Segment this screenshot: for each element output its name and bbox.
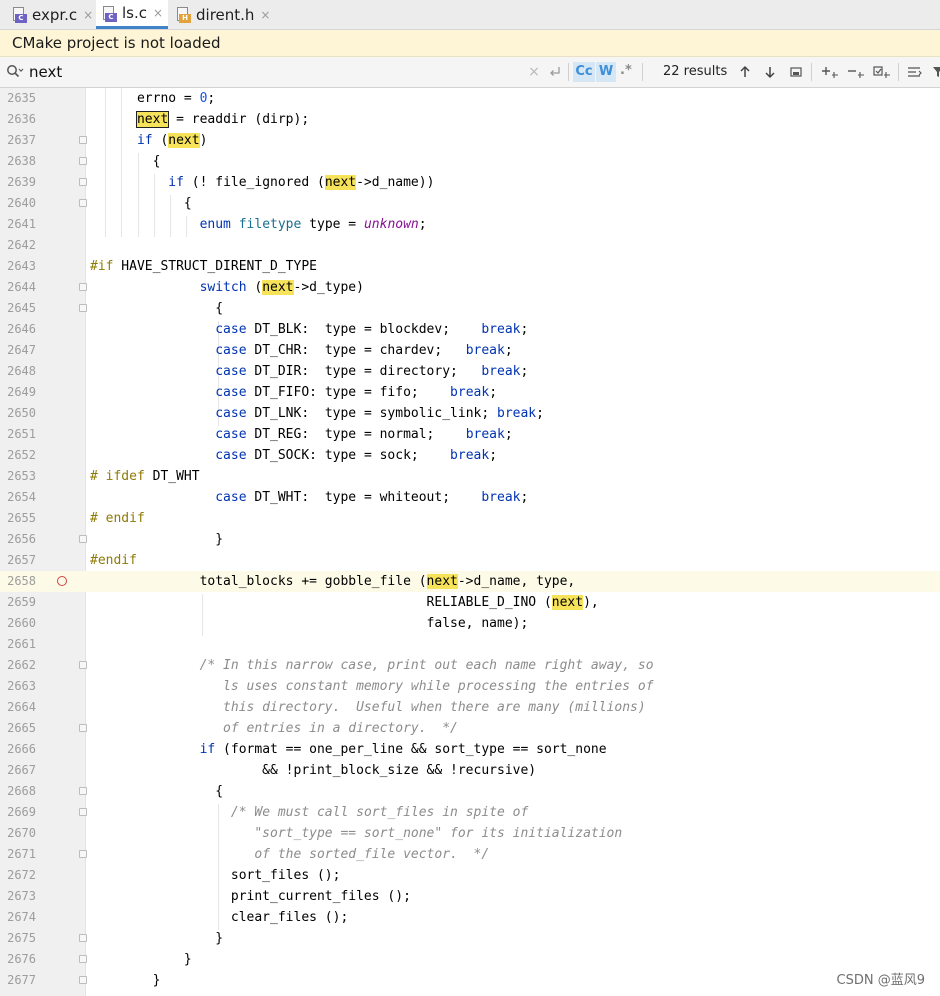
code-line[interactable]: 2637 if (next) [0, 130, 940, 151]
code-line[interactable]: 2670 "sort_type == sort_none" for its in… [0, 823, 940, 844]
code-line[interactable]: 2667 && !print_block_size && !recursive) [0, 760, 940, 781]
code-line[interactable]: 2671 of the sorted_file vector. */ [0, 844, 940, 865]
fold-marker-icon[interactable] [79, 724, 87, 732]
separator [568, 63, 569, 81]
fold-marker-icon[interactable] [79, 304, 87, 312]
code-line[interactable]: 2656 } [0, 529, 940, 550]
search-icon[interactable] [6, 64, 24, 80]
code-line[interactable]: 2672 sort_files (); [0, 865, 940, 886]
code-line[interactable]: 2641 enum filetype type = unknown; [0, 214, 940, 235]
code-line[interactable]: 2646 case DT_BLK: type = blockdev; break… [0, 319, 940, 340]
tab-label: dirent.h [196, 5, 255, 24]
close-tab-icon[interactable]: × [260, 8, 270, 22]
code-line[interactable]: 2666 if (format == one_per_line && sort_… [0, 739, 940, 760]
fold-marker-icon[interactable] [79, 283, 87, 291]
code-line[interactable]: 2665 of entries in a directory. */ [0, 718, 940, 739]
tab-label: expr.c [32, 5, 78, 24]
fold-marker-icon[interactable] [79, 850, 87, 858]
toggle-selection-icon[interactable] [872, 62, 892, 82]
clear-search-icon[interactable]: × [524, 62, 544, 82]
code-line[interactable]: 2663 ls uses constant memory while proce… [0, 676, 940, 697]
watermark: CSDN @蓝风9 [836, 973, 925, 988]
code-line[interactable]: 2648 case DT_DIR: type = directory; brea… [0, 361, 940, 382]
code-line[interactable]: 2653 # ifdef DT_WHT [0, 466, 940, 487]
code-line[interactable]: 2645 { [0, 298, 940, 319]
fold-marker-icon[interactable] [79, 955, 87, 963]
fold-marker-icon[interactable] [79, 661, 87, 669]
tab-dirent-h[interactable]: H dirent.h × [170, 0, 272, 29]
tab-expr-c[interactable]: C expr.c × [8, 0, 94, 29]
c-file-icon: C [12, 6, 27, 23]
close-tab-icon[interactable]: × [153, 6, 163, 20]
code-line[interactable]: 2659 RELIABLE_D_INO (next), [0, 592, 940, 613]
whole-words-toggle[interactable]: W [596, 62, 616, 82]
next-occurrence-icon[interactable] [760, 62, 780, 82]
code-line[interactable]: 2635 errno = 0; [0, 88, 940, 109]
search-input[interactable]: next [29, 62, 519, 82]
code-line[interactable]: 2674 clear_files (); [0, 907, 940, 928]
current-code-line[interactable]: 2658 total_blocks += gobble_file (next->… [0, 571, 940, 592]
close-tab-icon[interactable]: × [83, 8, 93, 22]
code-line[interactable]: 2655 # endif [0, 508, 940, 529]
code-line[interactable]: 2642 [0, 235, 940, 256]
filter-icon[interactable] [928, 62, 940, 82]
regex-toggle[interactable]: .* [620, 63, 632, 78]
editor-tab-bar: C expr.c × C ls.c × H dirent.h × [0, 0, 940, 30]
fold-marker-icon[interactable] [79, 157, 87, 165]
code-line[interactable]: 2669 /* We must call sort_files in spite… [0, 802, 940, 823]
code-line[interactable]: 2662 /* In this narrow case, print out e… [0, 655, 940, 676]
separator [811, 63, 812, 81]
code-line[interactable]: 2639 if (! file_ignored (next->d_name)) [0, 172, 940, 193]
results-count: 22 results [663, 64, 728, 79]
code-line[interactable]: 2657 #endif [0, 550, 940, 571]
cmake-warning-banner: CMake project is not loaded [0, 30, 940, 57]
c-file-icon: C [102, 5, 117, 22]
code-line[interactable]: 2649 case DT_FIFO: type = fifo; break; [0, 382, 940, 403]
fold-marker-icon[interactable] [79, 199, 87, 207]
code-line[interactable]: 2647 case DT_CHR: type = chardev; break; [0, 340, 940, 361]
code-line[interactable]: 2636 next = readdir (dirp); [0, 109, 940, 130]
code-line[interactable]: 2673 print_current_files (); [0, 886, 940, 907]
select-all-occurrences-icon[interactable] [786, 62, 806, 82]
code-line[interactable]: 2677 } [0, 970, 940, 991]
fold-marker-icon[interactable] [79, 787, 87, 795]
fold-marker-icon[interactable] [79, 976, 87, 984]
code-line[interactable]: 2661 [0, 634, 940, 655]
code-line[interactable]: 2643 #if HAVE_STRUCT_DIRENT_D_TYPE [0, 256, 940, 277]
banner-text: CMake project is not loaded [12, 34, 221, 52]
code-line[interactable]: 2668 { [0, 781, 940, 802]
separator [642, 63, 643, 81]
add-selection-icon[interactable] [820, 62, 840, 82]
code-line[interactable]: 2675 } [0, 928, 940, 949]
match-case-toggle[interactable]: Cc [573, 62, 595, 82]
code-line[interactable]: 2664 this directory. Useful when there a… [0, 697, 940, 718]
code-line[interactable]: 2654 case DT_WHT: type = whiteout; break… [0, 487, 940, 508]
fold-marker-icon[interactable] [79, 808, 87, 816]
fold-marker-icon[interactable] [79, 136, 87, 144]
previous-occurrence-icon[interactable] [735, 62, 755, 82]
code-line[interactable]: 2652 case DT_SOCK: type = sock; break; [0, 445, 940, 466]
fold-marker-icon[interactable] [79, 535, 87, 543]
code-line[interactable]: 2644 switch (next->d_type) [0, 277, 940, 298]
find-bar: next × Cc W .* 22 results [0, 57, 940, 88]
show-filter-popup-icon[interactable] [905, 62, 925, 82]
code-line[interactable]: 2660 false, name); [0, 613, 940, 634]
code-editor[interactable]: 2635 errno = 0; 2636 next = readdir (dir… [0, 88, 940, 996]
new-line-icon[interactable] [545, 62, 565, 82]
code-lines: 2635 errno = 0; 2636 next = readdir (dir… [0, 88, 940, 991]
header-file-icon: H [176, 6, 191, 23]
fold-marker-icon[interactable] [79, 934, 87, 942]
code-line[interactable]: 2676 } [0, 949, 940, 970]
tab-ls-c[interactable]: C ls.c × [96, 0, 168, 29]
code-line[interactable]: 2640 { [0, 193, 940, 214]
code-line[interactable]: 2651 case DT_REG: type = normal; break; [0, 424, 940, 445]
code-line[interactable]: 2638 { [0, 151, 940, 172]
breakpoint-icon[interactable] [57, 576, 67, 586]
remove-selection-icon[interactable] [846, 62, 866, 82]
tab-label: ls.c [122, 4, 147, 22]
fold-marker-icon[interactable] [79, 178, 87, 186]
separator [898, 63, 899, 81]
code-line[interactable]: 2650 case DT_LNK: type = symbolic_link; … [0, 403, 940, 424]
